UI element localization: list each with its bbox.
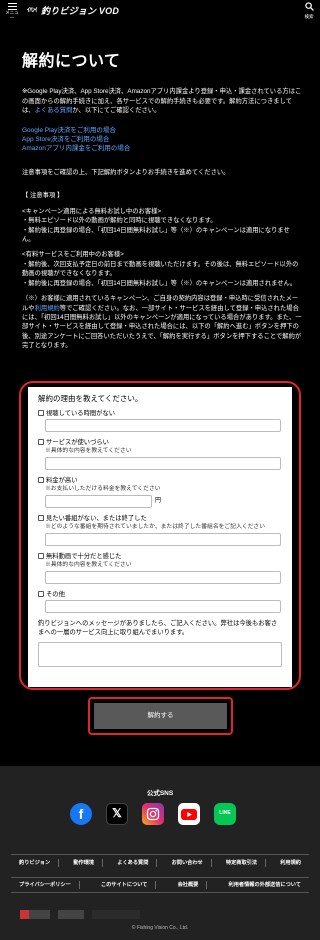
option-free-enough-label: 無料動画で十分だと感じた — [46, 552, 122, 560]
no-show-input[interactable] — [45, 532, 281, 546]
option-hard-to-use-label: サービスが使いづらい — [46, 438, 109, 446]
footer-link-about-site[interactable]: このサイトについて — [93, 881, 157, 889]
footer-link-external-transmission[interactable]: 利用者情報の外部送信について — [221, 881, 309, 889]
paid-note-2: ・解約後に再登録の場合、「初回14日間無料お試し」等（※）のキャンペーンは適用さ… — [22, 279, 297, 287]
campaign-note-2: ・解約後に再登録の場合、「初回14日間無料お試し」等（※）のキャンペーンは適用に… — [22, 226, 290, 243]
option-no-show-label: 見たい番組がない、または終了した — [46, 514, 147, 522]
campaign-note-1: ・無料エピソード以外の動画が解約と同時に視聴できなくなります。 — [22, 217, 217, 225]
footer-link-terms[interactable]: 利用規約 — [272, 859, 309, 867]
logo-mark: ｲﾊﾝｲ — [27, 8, 38, 15]
paid-note-1: ・解約後、次回支払予定日の前日まで動画を視聴いただけます。その後は、無料エピソー… — [22, 260, 299, 278]
footnote-part-2: 等でご確認ください。なお、一部サイト・サービスを経由して登録・申込された場合には… — [22, 304, 302, 350]
footer-link-environment[interactable]: 動作環境 — [65, 858, 104, 867]
price-hint: ※お支払いしただける料金を教えてください — [45, 485, 161, 492]
footnote-text: （※）お客様に適用されているキャンペーン、ご自身の契約内容は登録・申込時に受信さ… — [22, 294, 302, 351]
certification-badges — [20, 910, 140, 919]
faq-link[interactable]: よくある質問 — [35, 107, 73, 114]
line-icon[interactable]: LINE — [214, 803, 236, 825]
google-play-link[interactable]: Google Play決済をご利用の場合 — [22, 126, 302, 135]
x-icon[interactable]: 𝕏 — [106, 803, 128, 825]
app-store-link[interactable]: App Store決済をご利用の場合 — [22, 135, 302, 144]
option-no-show[interactable]: 見たい番組がない、または終了した — [38, 514, 282, 523]
site-logo[interactable]: ｲﾊﾝｲ 釣りビジョン VOD — [27, 5, 119, 18]
price-input-row: 円 — [45, 494, 282, 508]
main-content: 解約について ※Google Play決済、App Store決済、Amazon… — [22, 50, 302, 351]
checkbox-price[interactable] — [38, 477, 44, 484]
checkbox-hard-to-use[interactable] — [38, 439, 44, 446]
price-input[interactable] — [45, 494, 152, 508]
menu-label: メニュー — [5, 10, 19, 20]
option-other[interactable]: その他 — [38, 590, 282, 599]
caution-heading: 【 注意事項 】 — [22, 192, 64, 200]
checkbox-free-enough[interactable] — [38, 553, 44, 560]
cancel-survey-form: 解約の理由を教えてください。 視聴している時間がない サービスが使いづらい ※具… — [28, 387, 292, 687]
notice-text: 注意事項をご確認の上、下記解約ボタンよりお手続きを進めてください。 — [22, 168, 230, 176]
no-time-input[interactable] — [45, 418, 281, 432]
search-label: 検索 — [304, 14, 314, 20]
hard-to-use-hint: ※具体的な内容を教えてください — [45, 447, 132, 454]
footer-link-privacy[interactable]: プライバシーポリシー — [11, 881, 80, 889]
sns-links: f 𝕏 LINE — [70, 803, 236, 825]
campaign-heading: <キャンペーン適用による無料お試し中のお客様> — [22, 207, 162, 215]
paid-heading: <有料サービスをご利用中のお客様> — [22, 251, 124, 259]
no-show-hint: ※どのような番組を期待されていましたか、または終了した番組名をご記入ください — [45, 523, 265, 530]
form-title: 解約の理由を教えてください。 — [38, 394, 143, 403]
copyright: © Fishing Vision Co., Ltd. — [131, 925, 189, 931]
certification-badge-1 — [20, 910, 50, 919]
other-input[interactable] — [45, 599, 281, 613]
option-hard-to-use[interactable]: サービスが使いづらい — [38, 438, 282, 447]
intro-tail: か、以下にてご確認ください。 — [72, 107, 161, 115]
checkbox-other[interactable] — [38, 591, 44, 598]
youtube-icon[interactable] — [178, 803, 200, 825]
search-button[interactable]: 検索 — [302, 2, 316, 20]
footer-link-contact[interactable]: お問い合わせ — [164, 858, 212, 867]
currency-label: 円 — [155, 498, 162, 505]
checkbox-no-show[interactable] — [38, 515, 44, 522]
instagram-icon[interactable] — [142, 803, 164, 825]
footer-nav-row-1: 釣りビジョン 動作環境 よくある質問 お問い合わせ 特定商取引法 利用規約 — [11, 854, 309, 870]
site-footer: 公式SNS f 𝕏 LINE 釣りビジョン 動作環境 よくある質問 お問い合わせ… — [0, 766, 320, 940]
footer-link-faq[interactable]: よくある質問 — [109, 858, 158, 867]
certification-badge-3 — [92, 910, 140, 919]
search-icon — [304, 2, 314, 11]
hard-to-use-input[interactable] — [45, 456, 281, 470]
sns-title: 公式SNS — [146, 790, 174, 797]
menu-button[interactable]: メニュー — [4, 2, 20, 20]
option-other-label: その他 — [46, 590, 65, 598]
intro-text: ※Google Play決済、App Store決済、Amazonアプリ内課金よ… — [22, 87, 302, 115]
cancel-submit-button[interactable]: 解約する — [94, 703, 227, 729]
option-price[interactable]: 料金が高い — [38, 476, 282, 485]
site-header: メニュー ｲﾊﾝｲ 釣りビジョン VOD 検索 — [0, 0, 320, 22]
option-no-time-label: 視聴している時間がない — [46, 409, 116, 417]
facebook-icon[interactable]: f — [70, 803, 92, 825]
line-icon-label: LINE — [219, 810, 231, 817]
hamburger-icon — [7, 3, 17, 10]
amazon-link[interactable]: Amazonアプリ内課金をご利用の場合 — [22, 144, 302, 153]
footer-link-home[interactable]: 釣りビジョン — [11, 858, 60, 867]
page-title: 解約について — [22, 53, 121, 70]
free-enough-input[interactable] — [45, 570, 281, 584]
option-no-time[interactable]: 視聴している時間がない — [38, 409, 282, 418]
footer-link-tokushoho[interactable]: 特定商取引法 — [218, 858, 267, 867]
message-prompt: 釣りビジョンへのメッセージがありましたら、ご記入ください。弊社は今後もお客さまへ… — [38, 619, 278, 637]
terms-link[interactable]: 利用規約 — [35, 305, 60, 312]
logo-text: 釣りビジョン VOD — [41, 6, 120, 16]
message-textarea[interactable] — [38, 641, 282, 667]
option-free-enough[interactable]: 無料動画で十分だと感じた — [38, 552, 282, 561]
footer-nav-row-2: プライバシーポリシー このサイトについて 会社概要 利用者情報の外部送信について — [11, 877, 309, 893]
free-enough-hint: ※具体的な内容を教えてください — [45, 561, 132, 568]
option-price-label: 料金が高い — [46, 476, 78, 484]
checkbox-no-time[interactable] — [38, 410, 44, 417]
certification-badge-2 — [58, 910, 84, 919]
footer-link-company[interactable]: 会社概要 — [170, 881, 208, 889]
